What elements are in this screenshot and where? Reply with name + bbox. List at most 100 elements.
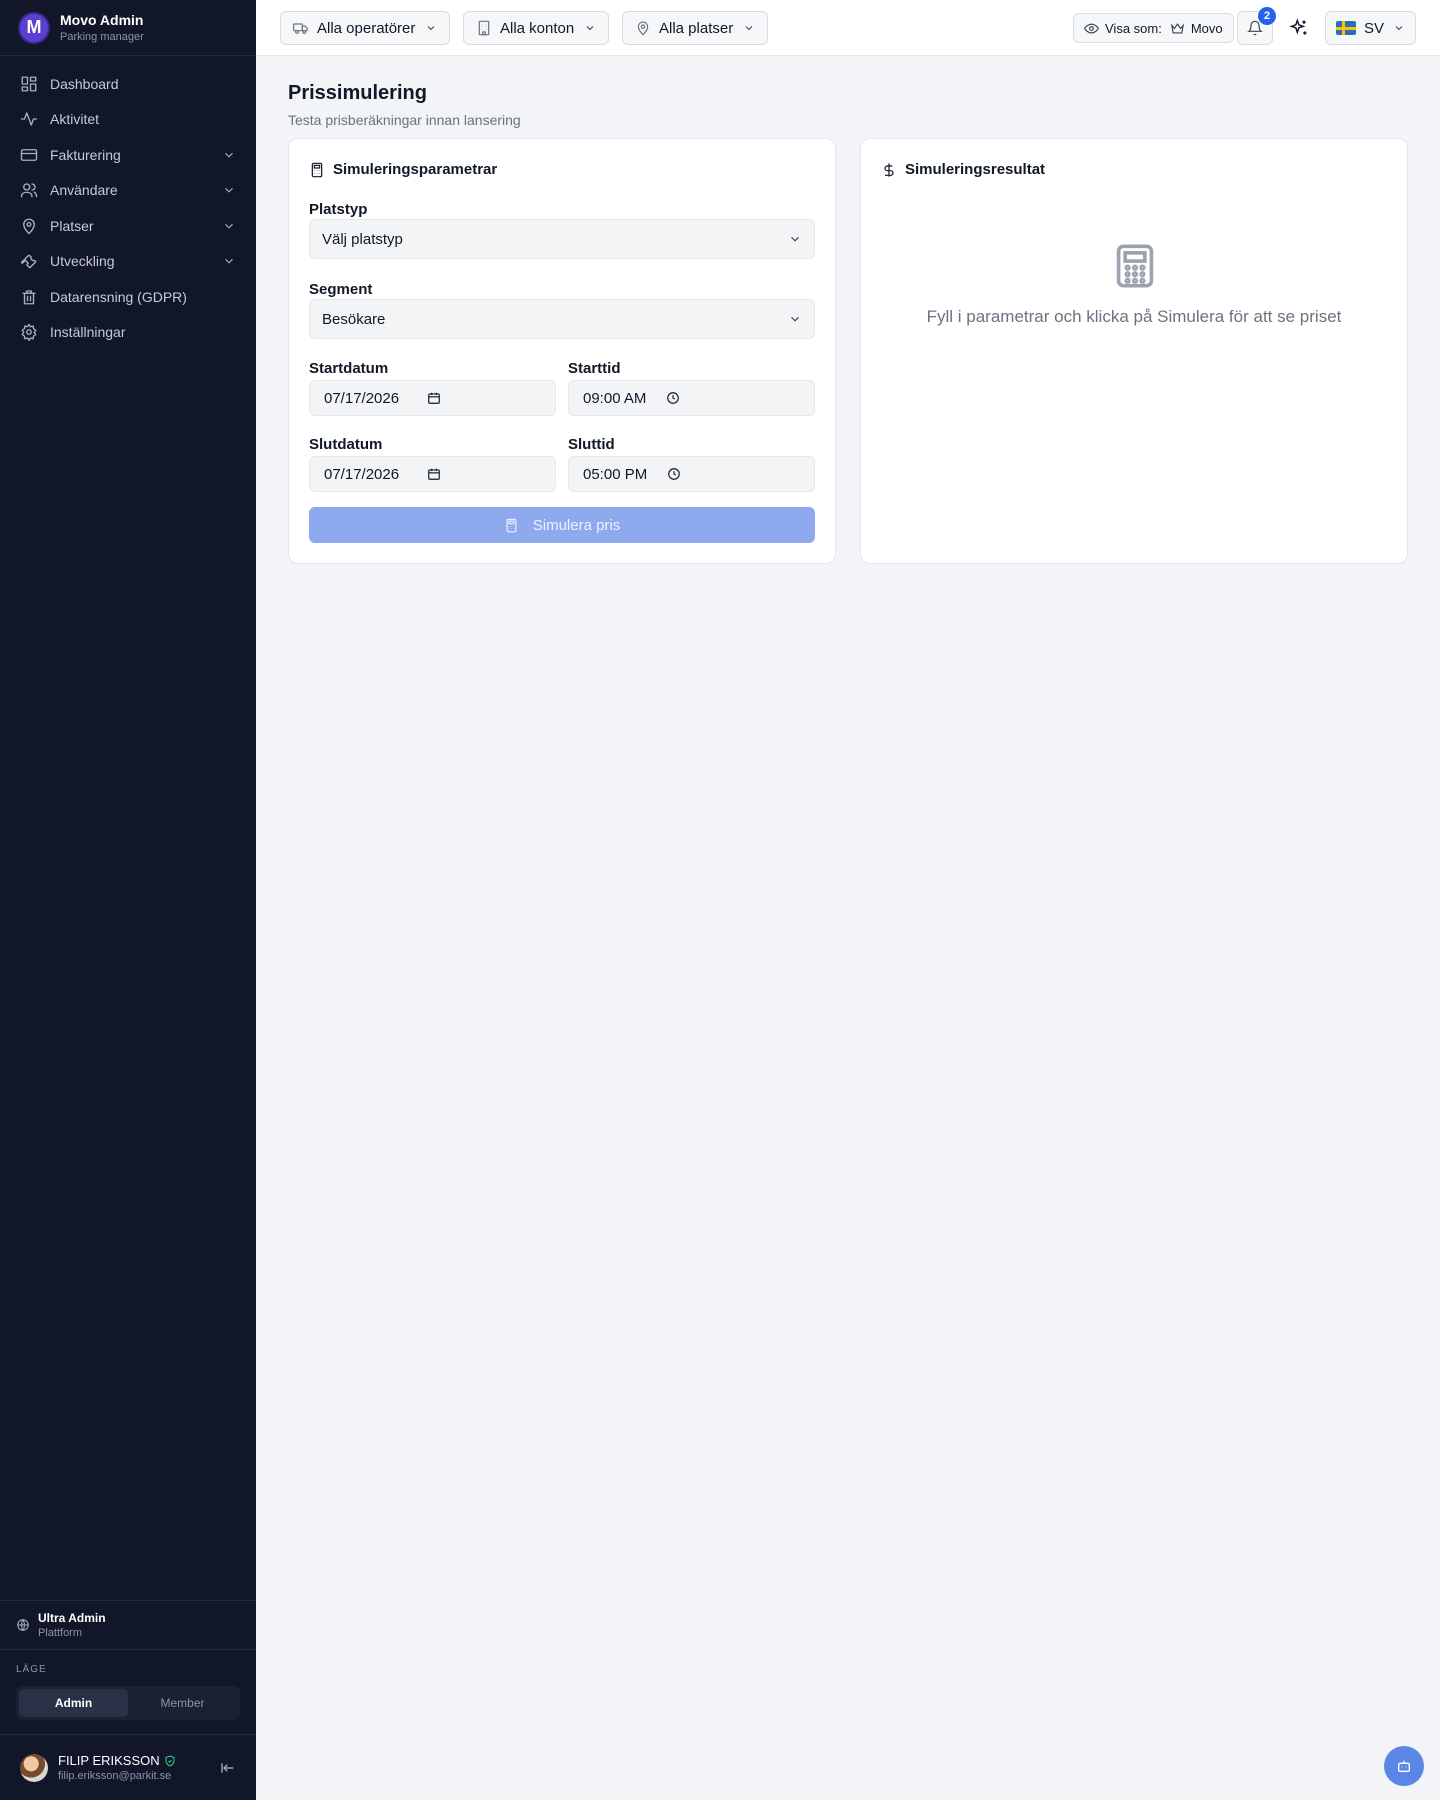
chevron-down-icon [1395, 26, 1403, 31]
brand-name: Movo Admin [60, 12, 144, 28]
chevron-down-icon [791, 316, 799, 322]
end-date-input[interactable]: 07/17/2026 [309, 456, 556, 492]
brand[interactable]: M Movo Admin Parking manager [0, 0, 256, 56]
view-as-label: Visa som: [1105, 20, 1162, 36]
user-profile[interactable]: FILIP ERIKSSON filip.eriksson@parkit.se [0, 1734, 256, 1800]
view-as-value: Movo [1190, 20, 1223, 36]
result-empty-text: Fyll i parametrar och klicka på Simulera… [926, 307, 1342, 326]
clock-icon [668, 468, 681, 480]
sweden-flag-icon [1336, 21, 1356, 35]
user-name: FILIP ERIKSSON [58, 1753, 160, 1768]
end-time-input[interactable]: 05:00 PM [568, 456, 815, 492]
chevron-down-icon [428, 26, 435, 31]
mode-member-option[interactable]: Member [128, 1689, 237, 1717]
account-filter-label: Alla konton [500, 19, 575, 37]
language-selector[interactable]: SV [1325, 11, 1416, 45]
chevron-down-icon [586, 26, 594, 31]
activity-icon [20, 112, 38, 126]
calculator-icon [506, 518, 517, 532]
gear-icon [21, 324, 37, 342]
sidebar-item-aktivitet[interactable]: Aktivitet [0, 102, 256, 138]
brand-subtitle: Parking manager [60, 31, 144, 43]
sidebar-item-utveckling[interactable]: Utveckling [0, 244, 256, 280]
segment-value: Besökare [322, 310, 386, 328]
eye-icon [1084, 23, 1099, 33]
sidebar-item-label: Inställningar [50, 324, 126, 341]
bot-icon [1398, 1760, 1410, 1772]
end-date-label: Slutdatum [309, 436, 383, 453]
card-title: Simuleringsparametrar [333, 161, 498, 178]
calendar-icon [428, 392, 440, 404]
credit-card-icon [20, 148, 38, 161]
building-icon [478, 20, 490, 36]
page-subtitle: Testa prisberäkningar innan lansering [288, 112, 521, 128]
mode-admin-option[interactable]: Admin [19, 1689, 128, 1717]
place-type-value: Välj platstyp [322, 230, 403, 248]
sidebar-item-platser[interactable]: Platser [0, 208, 256, 244]
simulate-price-label: Simulera pris [532, 516, 621, 534]
org-type: Plattform [38, 1627, 83, 1639]
page-title: Prissimulering [288, 82, 427, 104]
topbar: Alla operatörer Alla konton Alla platser… [256, 0, 1440, 56]
sidebar-item-label: Användare [50, 182, 118, 199]
sidebar-item-gdpr[interactable]: Datarensning (GDPR) [0, 279, 256, 315]
dollar-icon [884, 162, 894, 177]
user-email: filip.eriksson@parkit.se [58, 1770, 172, 1782]
start-date-input[interactable]: 07/17/2026 [309, 380, 556, 416]
org-name: Ultra Admin [38, 1611, 106, 1625]
chevron-down-icon [225, 259, 233, 264]
language-code: SV [1364, 19, 1385, 37]
end-time-label: Sluttid [568, 436, 615, 453]
chevron-down-icon [225, 152, 233, 158]
avatar [20, 1753, 48, 1782]
place-filter-label: Alla platser [659, 19, 734, 37]
chevron-down-icon [745, 26, 753, 31]
calculator-icon [1115, 243, 1155, 289]
brand-logo: M [20, 13, 48, 42]
collapse-sidebar-icon[interactable] [220, 1760, 236, 1776]
place-type-select[interactable]: Välj platstyp [309, 219, 815, 259]
sidebar-item-dashboard[interactable]: Dashboard [0, 66, 256, 102]
view-as-button[interactable]: Visa som: Movo [1073, 13, 1234, 43]
chevron-down-icon [225, 223, 233, 229]
place-type-label: Platstyp [309, 201, 368, 218]
org-switcher[interactable]: Ultra Admin Plattform [0, 1600, 256, 1650]
sidebar-nav: Dashboard Aktivitet Fakturering Användar… [0, 56, 256, 350]
operator-filter[interactable]: Alla operatörer [280, 11, 451, 45]
start-date-label: Startdatum [309, 360, 389, 377]
end-date-value: 07/17/2026 [324, 465, 400, 483]
simulate-price-button[interactable]: Simulera pris [309, 507, 815, 543]
chevron-down-icon [791, 236, 799, 242]
card-title: Simuleringsresultat [905, 161, 1046, 178]
start-time-input[interactable]: 09:00 AM [568, 380, 815, 416]
simulation-parameters-card: Simuleringsparametrar Platstyp Välj plat… [288, 138, 836, 564]
sidebar: M Movo Admin Parking manager Dashboard A… [0, 0, 256, 1800]
sidebar-item-installningar[interactable]: Inställningar [0, 315, 256, 351]
sidebar-item-label: Utveckling [50, 253, 115, 270]
account-filter[interactable]: Alla konton [463, 11, 610, 45]
wrench-icon [20, 254, 37, 269]
trash-icon [22, 290, 36, 305]
start-date-value: 07/17/2026 [324, 389, 400, 407]
map-pin-icon [637, 21, 649, 36]
sparkles-icon[interactable] [1289, 18, 1309, 38]
users-icon [20, 183, 38, 198]
simulation-result-card: Simuleringsresultat Fyll i parametrar oc… [860, 138, 1408, 564]
start-time-label: Starttid [568, 360, 621, 377]
clock-icon [667, 392, 680, 404]
sidebar-item-fakturering[interactable]: Fakturering [0, 137, 256, 173]
mode-toggle: Admin Member [16, 1686, 240, 1720]
place-filter[interactable]: Alla platser [622, 11, 769, 45]
sidebar-item-anvandare[interactable]: Användare [0, 173, 256, 209]
sidebar-item-label: Fakturering [50, 146, 121, 163]
calculator-icon [311, 162, 323, 177]
end-time-value: 05:00 PM [583, 465, 648, 483]
segment-label: Segment [309, 281, 373, 298]
crown-icon [1170, 22, 1184, 33]
assistant-bot-button[interactable] [1384, 1746, 1424, 1786]
segment-select[interactable]: Besökare [309, 299, 815, 339]
shield-check-icon [165, 1754, 175, 1767]
sidebar-item-label: Platser [50, 217, 94, 234]
start-time-value: 09:00 AM [583, 389, 647, 407]
globe-icon [17, 1619, 29, 1631]
